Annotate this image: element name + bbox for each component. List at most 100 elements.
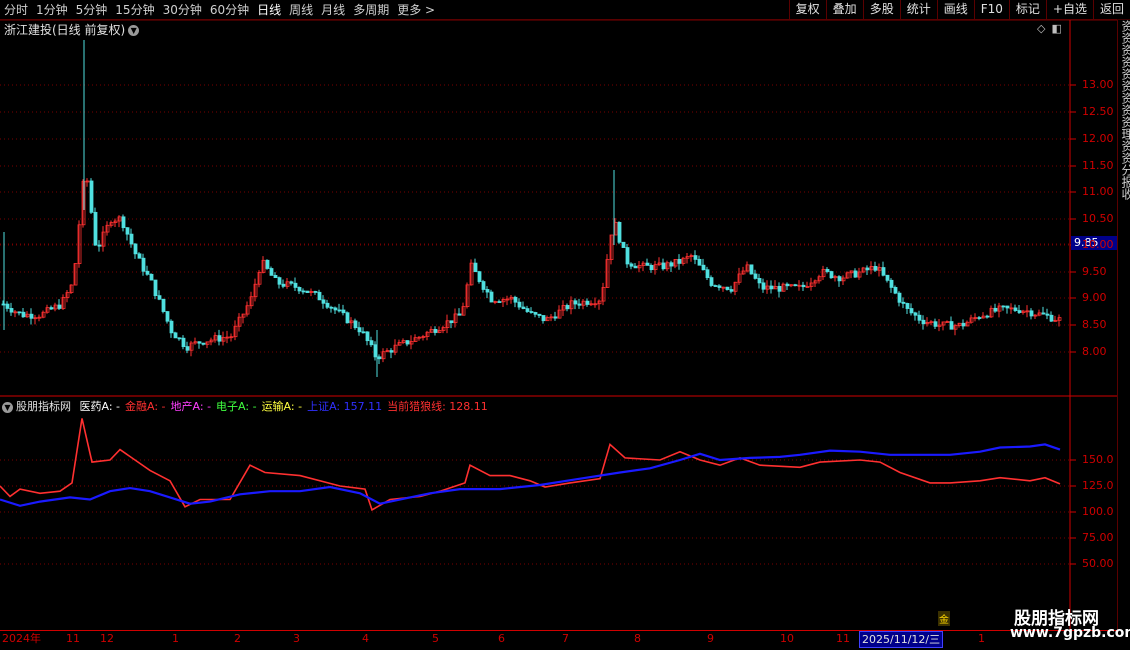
candle-body (89, 180, 94, 213)
candle-body (897, 292, 902, 303)
chevron-down-icon[interactable]: ▼ (2, 402, 13, 413)
candle-body (153, 279, 158, 297)
y-tick-label: 10.00 (1082, 238, 1114, 251)
candle-body (369, 340, 374, 346)
date-label: 1 (172, 632, 179, 645)
candle-body (97, 244, 102, 247)
candle-body (93, 211, 98, 246)
side-tab[interactable]: 资 (1118, 20, 1130, 32)
candle-body (793, 284, 798, 287)
date-label: 6 (498, 632, 505, 645)
candle-body (321, 299, 326, 304)
candle-body (161, 298, 166, 312)
candle-body (513, 296, 518, 303)
side-tab[interactable]: 资 (1118, 104, 1130, 116)
candle-body (497, 301, 502, 303)
candle-body (801, 284, 806, 288)
candle-body (265, 259, 270, 269)
side-tab[interactable]: 报 (1118, 176, 1130, 188)
candle-body (289, 281, 294, 284)
candle-body (125, 227, 130, 235)
candle-body (521, 306, 526, 310)
y-tick-label: 11.00 (1082, 185, 1114, 198)
date-label: 5 (432, 632, 439, 645)
legend-item: 当前猎狼线: 128.11 (387, 400, 488, 413)
side-tab[interactable]: 资 (1118, 56, 1130, 68)
y-tick-label: 125.0 (1082, 479, 1114, 492)
candle-body (977, 317, 982, 319)
candle-body (217, 335, 222, 342)
candle-body (585, 300, 590, 305)
candle-body (669, 262, 674, 267)
candle-body (305, 290, 310, 293)
date-label: 9 (707, 632, 714, 645)
candle-body (617, 221, 622, 243)
side-tab[interactable]: 资 (1118, 152, 1130, 164)
side-tab[interactable]: 资 (1118, 80, 1130, 92)
legend-item: 运输A: - (261, 400, 303, 413)
candle-body (433, 328, 438, 333)
y-tick-label: 150.0 (1082, 453, 1114, 466)
candle-body (985, 315, 990, 318)
side-tab[interactable]: 资 (1118, 68, 1130, 80)
candle-body (1005, 305, 1010, 309)
side-tab[interactable]: 分 (1118, 164, 1130, 176)
candle-body (1013, 307, 1018, 311)
candle-body (529, 311, 534, 313)
candle-body (633, 265, 638, 269)
candle-body (677, 258, 682, 264)
candle-body (753, 273, 758, 279)
candle-body (537, 313, 542, 316)
candle-body (837, 276, 842, 282)
y-tick-label: 9.50 (1082, 265, 1107, 278)
side-tab[interactable]: 资 (1118, 140, 1130, 152)
candle-body (457, 313, 462, 316)
candle-body (949, 321, 954, 330)
candle-body (661, 262, 666, 270)
date-axis: 2024年 11 12 1 2 3 4 5 6 7 8 9 10 11 2025/11/12/三 1 (0, 630, 1117, 648)
hunter-line (0, 418, 1061, 512)
date-label: 3 (293, 632, 300, 645)
side-tab[interactable]: 资 (1118, 92, 1130, 104)
candle-body (449, 320, 454, 324)
candle-body (9, 308, 14, 313)
candle-body (313, 291, 318, 293)
side-tab[interactable]: 资 (1118, 32, 1130, 44)
gold-badge: 金 (938, 611, 950, 626)
candle-body (573, 300, 578, 305)
candle-body (709, 277, 714, 286)
side-tab[interactable]: 资 (1118, 44, 1130, 56)
candle-body (341, 309, 346, 314)
candle-body (181, 337, 186, 347)
candle-body (353, 320, 358, 329)
indicator-legend: ▼ 股朋指标网 医药A: - 金融A: - 地产A: - 电子A: - 运输A: - 上证A… (2, 398, 498, 414)
candle-body (901, 301, 906, 304)
candle-body (389, 350, 394, 353)
candle-body (345, 312, 350, 324)
candle-body (905, 303, 910, 309)
y-tick-label: 75.00 (1082, 531, 1114, 544)
candle-body (921, 319, 926, 325)
date-label: 2024年 (2, 632, 41, 645)
candle-body (701, 264, 706, 271)
candle-body (625, 247, 630, 265)
candle-body (697, 258, 702, 266)
side-tab[interactable]: 理 (1118, 128, 1130, 140)
candle-body (761, 282, 766, 290)
candle-body (881, 267, 886, 276)
date-label: 1 (978, 632, 985, 645)
candle-body (281, 283, 286, 287)
chart-canvas[interactable] (0, 0, 1117, 630)
candle-body (533, 312, 538, 315)
y-tick-label: 10.50 (1082, 212, 1114, 225)
candle-body (717, 285, 722, 288)
side-tab[interactable]: 收 (1118, 188, 1130, 200)
y-tick-label: 8.00 (1082, 345, 1107, 358)
candle-body (173, 332, 178, 339)
candle-body (377, 356, 382, 360)
date-cursor: 2025/11/12/三 (859, 631, 944, 648)
candle-body (405, 340, 410, 345)
side-tab[interactable]: 资 (1118, 116, 1130, 128)
candle-body (185, 346, 190, 351)
y-tick-label: 100.0 (1082, 505, 1114, 518)
